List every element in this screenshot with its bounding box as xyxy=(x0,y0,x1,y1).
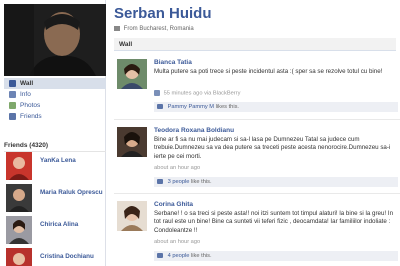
friend-avatar[interactable] xyxy=(6,248,32,266)
friend-avatar[interactable] xyxy=(6,152,32,180)
like-thumb-icon xyxy=(157,104,163,109)
main-content: Serban Huidu From Bucharest, Romania Wal… xyxy=(110,0,400,266)
left-sidebar: Wall Info Photos Friends Friends (4320) … xyxy=(0,0,106,266)
post-author-avatar[interactable] xyxy=(117,201,147,231)
wall-post: Corina Ghita Serbane! ! o sa treci si pe… xyxy=(114,196,400,266)
blackberry-icon xyxy=(154,90,160,96)
photos-icon xyxy=(9,102,16,109)
post-meta: about an hour ago xyxy=(154,239,200,245)
friend-item[interactable]: YanKa Lena xyxy=(4,152,106,182)
nav-item-label: Wall xyxy=(20,80,34,87)
post-author[interactable]: Bianca Tatia xyxy=(154,59,192,66)
nav-item-info[interactable]: Info xyxy=(4,89,106,100)
friends-icon xyxy=(9,113,16,120)
wall-post: Teodora Roxana Boldianu Bine ar fi sa nu… xyxy=(114,122,400,194)
friend-name[interactable]: Cristina Dochianu xyxy=(40,252,104,261)
profile-picture[interactable] xyxy=(4,4,106,76)
post-text: Multa putere sa poti trece si peste inci… xyxy=(154,68,383,75)
nav-item-wall[interactable]: Wall xyxy=(4,78,106,89)
nav-item-photos[interactable]: Photos xyxy=(4,100,106,111)
nav-item-label: Photos xyxy=(20,102,41,109)
likes-user-link[interactable]: Pammy Pammy M xyxy=(168,104,214,110)
profile-name: Serban Huidu xyxy=(114,5,212,22)
home-icon xyxy=(114,26,120,31)
post-author-avatar[interactable] xyxy=(117,59,147,89)
profile-photo-image xyxy=(4,4,106,76)
post-timestamp[interactable]: about an hour ago xyxy=(154,165,200,171)
friends-header[interactable]: Friends (4320) xyxy=(4,142,106,152)
nav-item-friends[interactable]: Friends xyxy=(4,111,106,122)
likes-count-link[interactable]: 4 people xyxy=(168,253,190,259)
nav-item-label: Info xyxy=(20,91,31,98)
likes-suffix: like this. xyxy=(189,179,212,185)
tab-wall[interactable]: Wall xyxy=(114,38,396,51)
post-text: Bine ar fi sa nu mai judecam si sa-l las… xyxy=(154,136,391,160)
profile-location: From Bucharest, Romania xyxy=(114,26,194,32)
post-likes: 3 people like this. xyxy=(154,177,398,187)
like-thumb-icon xyxy=(157,179,163,184)
post-likes: Pammy Pammy M likes this. xyxy=(154,102,398,112)
friend-avatar[interactable] xyxy=(6,184,32,212)
likes-suffix: likes this. xyxy=(214,104,240,110)
post-author-avatar[interactable] xyxy=(117,127,147,157)
post-timestamp[interactable]: 55 minutes ago via BlackBerry xyxy=(164,91,241,97)
post-meta: about an hour ago xyxy=(154,165,200,171)
profile-nav: Wall Info Photos Friends xyxy=(4,78,106,122)
like-thumb-icon xyxy=(157,253,163,258)
post-likes: 4 people like this. xyxy=(154,251,398,261)
profile-location-text: From Bucharest, Romania xyxy=(123,26,194,33)
friend-avatar[interactable] xyxy=(6,216,32,244)
post-meta: 55 minutes ago via BlackBerry xyxy=(154,90,240,97)
nav-item-label: Friends xyxy=(20,113,42,120)
likes-suffix: like this. xyxy=(189,253,212,259)
post-author[interactable]: Teodora Roxana Boldianu xyxy=(154,127,234,134)
post-author[interactable]: Corina Ghita xyxy=(154,201,193,208)
friend-item[interactable]: Chirica Alina xyxy=(4,216,106,246)
info-icon xyxy=(9,91,16,98)
wall-icon xyxy=(9,80,16,87)
post-timestamp[interactable]: about an hour ago xyxy=(154,239,200,245)
friend-item[interactable]: Cristina Dochianu xyxy=(4,248,106,266)
friend-name[interactable]: Chirica Alina xyxy=(40,220,104,229)
wall-post: Bianca Tatia Multa putere sa poti trece … xyxy=(114,54,400,120)
likes-count-link[interactable]: 3 people xyxy=(168,179,190,185)
friend-name[interactable]: Maria Raluk Oprescu xyxy=(40,188,104,197)
post-text: Serbane! ! o sa treci si peste asta!! no… xyxy=(154,210,394,234)
friend-name[interactable]: YanKa Lena xyxy=(40,156,104,165)
friend-item[interactable]: Maria Raluk Oprescu xyxy=(4,184,106,214)
